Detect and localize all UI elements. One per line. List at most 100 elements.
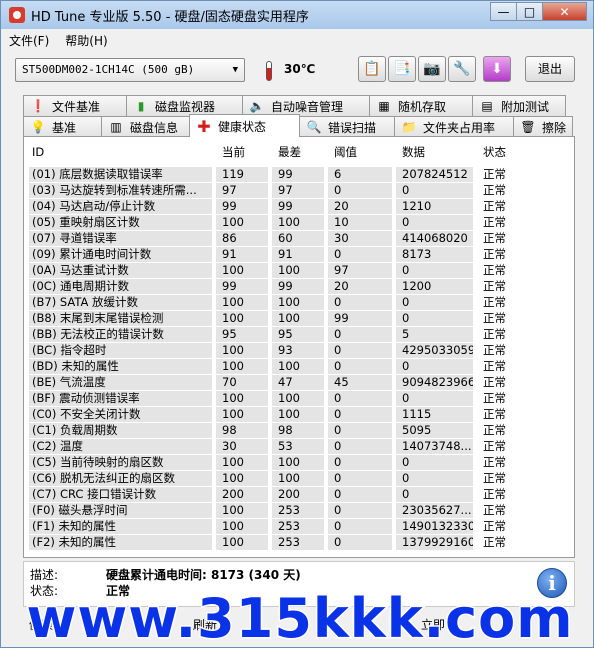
table-row[interactable]: (B8) 末尾到末尾错误检测 100 100 99 0 正常 [29, 310, 569, 326]
cell-worst: 200 [272, 486, 328, 502]
table-row[interactable]: (BC) 指令超时 100 93 0 4295033059 正常 [29, 342, 569, 358]
cell-status: 正常 [483, 182, 506, 197]
cell-data: 0 [396, 470, 477, 486]
copy-info-button[interactable]: 📋 [358, 56, 386, 82]
cell-worst: 91 [272, 246, 328, 262]
table-row[interactable]: (09) 累计通电时间计数 91 91 0 8173 正常 [29, 246, 569, 262]
cell-current: 91 [216, 246, 272, 262]
cell-data: 0 [396, 486, 477, 502]
tab-extra-tests[interactable]: ▤ 附加测试 [472, 95, 566, 116]
cell-current: 100 [216, 406, 272, 422]
header-status[interactable]: 状态 [477, 144, 537, 160]
clipboard-icon: 📑 [393, 61, 411, 77]
cell-status: 正常 [483, 326, 506, 341]
tab-benchmark[interactable]: 💡 基准 [23, 116, 102, 137]
app-window: HD Tune 专业版 5.50 - 硬盘/固态硬盘实用程序 — □ ✕ 文件(… [0, 0, 594, 648]
cell-worst: 100 [272, 294, 328, 310]
header-data[interactable]: 数据 [396, 144, 477, 160]
tab-random-access[interactable]: ▦ 随机存取 [369, 95, 473, 116]
cell-id: (BC) 指令超时 [29, 342, 216, 358]
table-row[interactable]: (07) 寻道错误率 86 60 30 414068020 正常 [29, 230, 569, 246]
maximize-button[interactable]: □ [516, 2, 543, 21]
header-current[interactable]: 当前 [216, 144, 272, 160]
close-button[interactable]: ✕ [542, 2, 587, 21]
cell-data: 0 [396, 294, 477, 310]
tab-disk-info[interactable]: ▥ 磁盘信息 [101, 116, 190, 137]
cell-threshold: 45 [328, 374, 396, 390]
table-row[interactable]: (C0) 不安全关闭计数 100 100 0 1115 正常 [29, 406, 569, 422]
screenshot-button[interactable]: 📷 [418, 56, 446, 82]
drive-select[interactable]: ST500DM002-1CH14C (500 gB) ▼ [15, 58, 245, 82]
temperature-readout: 30℃ [284, 62, 316, 76]
table-row[interactable]: (BB) 无法校正的错误计数 95 95 0 5 正常 [29, 326, 569, 342]
menu-file[interactable]: 文件(F) [1, 32, 57, 49]
cell-worst: 47 [272, 374, 328, 390]
cell-id: (01) 底层数据读取错误率 [29, 166, 216, 182]
cell-id: (B7) SATA 放缓计数 [29, 294, 216, 310]
tab-erase[interactable]: 🗑 擦除 [513, 116, 573, 137]
cell-id: (C0) 不安全关闭计数 [29, 406, 216, 422]
header-threshold[interactable]: 阈值 [328, 144, 396, 160]
tab-health[interactable]: ✚ 健康状态 [189, 114, 300, 137]
trash-icon: 🗑 [520, 120, 536, 134]
options-button[interactable]: 🔧 [448, 56, 476, 82]
cell-threshold: 30 [328, 230, 396, 246]
cell-data: 207824512 [396, 166, 477, 182]
tab-folder-usage[interactable]: 📁 文件夹占用率 [394, 116, 514, 137]
table-row[interactable]: (C7) CRC 接口错误计数 200 200 0 0 正常 [29, 486, 569, 502]
header-worst[interactable]: 最差 [272, 144, 328, 160]
save-button[interactable]: ⬇ [483, 56, 511, 82]
cell-current: 100 [216, 342, 272, 358]
menu-help[interactable]: 帮助(H) [57, 32, 115, 49]
title-bar[interactable]: HD Tune 专业版 5.50 - 硬盘/固态硬盘实用程序 — □ ✕ [1, 1, 593, 29]
cell-worst: 100 [272, 310, 328, 326]
header-id[interactable]: ID [29, 145, 216, 159]
chart-icon: ▤ [481, 99, 493, 113]
table-row[interactable]: (B7) SATA 放缓计数 100 100 0 0 正常 [29, 294, 569, 310]
table-row[interactable]: (C2) 温度 30 53 0 14073748... 正常 [29, 438, 569, 454]
table-row[interactable]: (F1) 未知的属性 100 253 0 14901323301 正常 [29, 518, 569, 534]
cell-id: (C1) 负载周期数 [29, 422, 216, 438]
cell-threshold: 0 [328, 406, 396, 422]
cell-status: 正常 [483, 230, 506, 245]
cell-current: 100 [216, 502, 272, 518]
tab-disk-monitor[interactable]: ▮ 磁盘监视器 [126, 95, 243, 116]
table-row[interactable]: (F0) 磁头悬浮时间 100 253 0 23035627... 正常 [29, 502, 569, 518]
cell-worst: 60 [272, 230, 328, 246]
cell-data: 1210 [396, 198, 477, 214]
table-row[interactable]: (BE) 气流温度 70 47 45 9094823966 正常 [29, 374, 569, 390]
cell-current: 98 [216, 422, 272, 438]
cell-data: 8173 [396, 246, 477, 262]
description-value: 硬盘累计通电时间: 8173 (340 天) [106, 568, 301, 582]
table-row[interactable]: (F2) 未知的属性 100 253 0 13799291604 正常 [29, 534, 569, 550]
cell-data: 9094823966 [396, 374, 477, 390]
table-row[interactable]: (0A) 马达重试计数 100 100 97 0 正常 [29, 262, 569, 278]
cell-threshold: 0 [328, 294, 396, 310]
table-row[interactable]: (C1) 负载周期数 98 98 0 5095 正常 [29, 422, 569, 438]
minimize-button[interactable]: — [490, 2, 517, 21]
table-row[interactable]: (C5) 当前待映射的扇区数 100 100 0 0 正常 [29, 454, 569, 470]
cell-id: (07) 寻道错误率 [29, 230, 216, 246]
cell-current: 100 [216, 454, 272, 470]
tab-error-scan[interactable]: 🔍 错误扫描 [299, 116, 395, 137]
cell-status: 正常 [483, 422, 506, 437]
tab-aam[interactable]: 🔈 自动噪音管理 [242, 95, 370, 116]
table-row[interactable]: (03) 马达旋转到标准转速所需... 97 97 0 0 正常 [29, 182, 569, 198]
table-row[interactable]: (BD) 未知的属性 100 100 0 0 正常 [29, 358, 569, 374]
table-row[interactable]: (05) 重映射扇区计数 100 100 10 0 正常 [29, 214, 569, 230]
table-row[interactable]: (C6) 脱机无法纠正的扇区数 100 100 0 0 正常 [29, 470, 569, 486]
toolbar: ST500DM002-1CH14C (500 gB) ▼ 30℃ 📋 📑 📷 🔧… [1, 51, 593, 91]
smart-table[interactable]: ID 当前 最差 阈值 数据 状态 (01) 底层数据读取错误率 119 99 6 20… [29, 142, 569, 550]
exit-button[interactable]: 退出 [525, 56, 575, 82]
cell-id: (BD) 未知的属性 [29, 358, 216, 374]
tab-file-benchmark[interactable]: ❗ 文件基准 [23, 95, 127, 116]
table-row[interactable]: (0C) 通电周期计数 99 99 20 1200 正常 [29, 278, 569, 294]
table-row[interactable]: (04) 马达启动/停止计数 99 99 20 1210 正常 [29, 198, 569, 214]
cell-worst: 100 [272, 262, 328, 278]
table-row[interactable]: (BF) 震动侦测错误率 100 100 0 0 正常 [29, 390, 569, 406]
copy-all-button[interactable]: 📑 [388, 56, 416, 82]
cell-worst: 99 [272, 278, 328, 294]
health-panel: ID 当前 最差 阈值 数据 状态 (01) 底层数据读取错误率 119 99 6 20… [23, 136, 575, 558]
cell-data: 23035627... [396, 502, 477, 518]
table-row[interactable]: (01) 底层数据读取错误率 119 99 6 207824512 正常 [29, 166, 569, 182]
